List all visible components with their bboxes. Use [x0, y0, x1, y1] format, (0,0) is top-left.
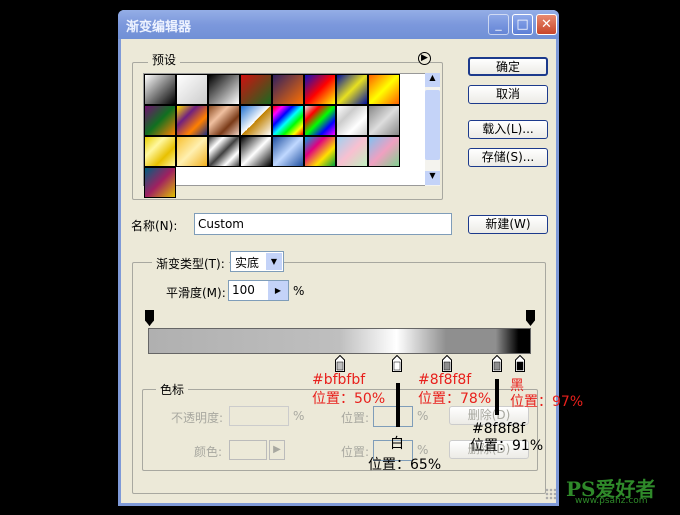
cancel-button[interactable]: 取消 — [468, 85, 548, 104]
preset-swatch[interactable] — [368, 105, 400, 136]
opacity-percent: % — [293, 409, 305, 423]
preset-swatch[interactable] — [304, 74, 336, 105]
window-title: 渐变编辑器 — [126, 20, 192, 35]
preset-swatch[interactable] — [144, 136, 176, 167]
color-stop[interactable] — [514, 354, 525, 372]
opacity-input[interactable] — [229, 406, 289, 426]
preset-swatch[interactable] — [176, 74, 208, 105]
scroll-up-icon[interactable]: ▲ — [425, 73, 440, 87]
ok-button[interactable]: 确定 — [468, 57, 548, 76]
preset-swatch-grid — [143, 73, 439, 198]
opacity-location-label: 位置: — [341, 411, 370, 425]
smoothness-percent: % — [293, 284, 305, 298]
preset-swatch[interactable] — [208, 105, 240, 136]
smoothness-input[interactable]: 100 ▶ — [228, 280, 289, 301]
smoothness-label: 平滑度(M): — [166, 286, 226, 300]
presets-scrollbar[interactable]: ▲ ▼ — [425, 73, 440, 186]
new-button[interactable]: 新建(W) — [468, 215, 548, 234]
gradient-type-select[interactable]: 实底 ▼ — [230, 251, 284, 272]
preset-swatch[interactable] — [368, 74, 400, 105]
slider-arrow-icon[interactable]: ▶ — [268, 281, 288, 300]
preset-swatch[interactable] — [304, 105, 336, 136]
color-stop[interactable] — [391, 354, 402, 372]
preset-swatch[interactable] — [176, 136, 208, 167]
preset-swatch[interactable] — [240, 136, 272, 167]
gradient-bar[interactable] — [148, 328, 531, 354]
opacity-location-input[interactable] — [373, 406, 413, 427]
annotation-line-65 — [396, 383, 400, 427]
color-stop[interactable] — [491, 354, 502, 372]
watermark-url: www.psahz.com — [575, 496, 648, 506]
preset-swatch[interactable] — [176, 105, 208, 136]
annotation-50-color: #bfbfbf — [312, 372, 366, 388]
presets-menu-icon[interactable]: ▶ — [418, 52, 431, 65]
title-bar: 渐变编辑器 _ □ ✕ — [118, 10, 559, 39]
preset-swatch[interactable] — [304, 136, 336, 167]
save-button[interactable]: 存储(S)... — [468, 148, 548, 167]
name-label: 名称(N): — [131, 219, 178, 233]
gradient-type-label: 渐变类型(T): — [152, 255, 229, 272]
preset-swatch[interactable] — [240, 74, 272, 105]
scroll-thumb[interactable] — [425, 90, 440, 160]
preset-swatch[interactable] — [144, 74, 176, 105]
load-button[interactable]: 载入(L)... — [468, 120, 548, 139]
gradient-type-value: 实底 — [235, 256, 260, 270]
color-stops-label: 色标 — [156, 381, 189, 398]
presets-label: 预设 — [148, 51, 181, 68]
preset-swatch[interactable] — [272, 105, 304, 136]
color-stop[interactable] — [334, 354, 345, 372]
annotation-78-position: 位置：78% — [418, 391, 492, 407]
annotation-97-position: 位置：97% — [510, 394, 584, 410]
resize-grip-icon[interactable] — [545, 488, 557, 500]
preset-swatch[interactable] — [144, 105, 176, 136]
preset-swatch[interactable] — [208, 136, 240, 167]
annotation-65-color: 白 — [390, 436, 404, 452]
preset-swatch[interactable] — [336, 105, 368, 136]
minimize-button[interactable]: _ — [488, 14, 509, 35]
opacity-location-percent: % — [417, 409, 429, 423]
chevron-down-icon: ▼ — [266, 253, 282, 270]
opacity-label: 不透明度: — [171, 411, 224, 425]
close-button[interactable]: ✕ — [536, 14, 557, 35]
smoothness-value: 100 — [232, 283, 255, 297]
preset-swatch[interactable] — [240, 105, 272, 136]
preset-swatch[interactable] — [208, 74, 240, 105]
annotation-78-color: #8f8f8f — [418, 372, 472, 388]
color-location-label: 位置: — [341, 445, 370, 459]
preset-swatch[interactable] — [336, 136, 368, 167]
name-input[interactable]: Custom — [194, 213, 452, 235]
color-stop[interactable] — [441, 354, 452, 372]
annotation-65-position: 位置：65% — [368, 457, 442, 473]
color-menu-icon[interactable]: ▶ — [269, 440, 285, 460]
preset-swatch[interactable] — [272, 74, 304, 105]
preset-swatch[interactable] — [368, 136, 400, 167]
scroll-down-icon[interactable]: ▼ — [425, 171, 440, 185]
preset-swatch[interactable] — [272, 136, 304, 167]
maximize-button[interactable]: □ — [512, 14, 533, 35]
annotation-91-position: 位置：91% — [470, 438, 544, 454]
annotation-line-91 — [495, 379, 499, 415]
preset-swatch[interactable] — [144, 167, 176, 198]
annotation-50-position: 位置：50% — [312, 391, 386, 407]
color-swatch[interactable] — [229, 440, 267, 460]
preset-swatch[interactable] — [336, 74, 368, 105]
color-label: 颜色: — [194, 445, 223, 459]
